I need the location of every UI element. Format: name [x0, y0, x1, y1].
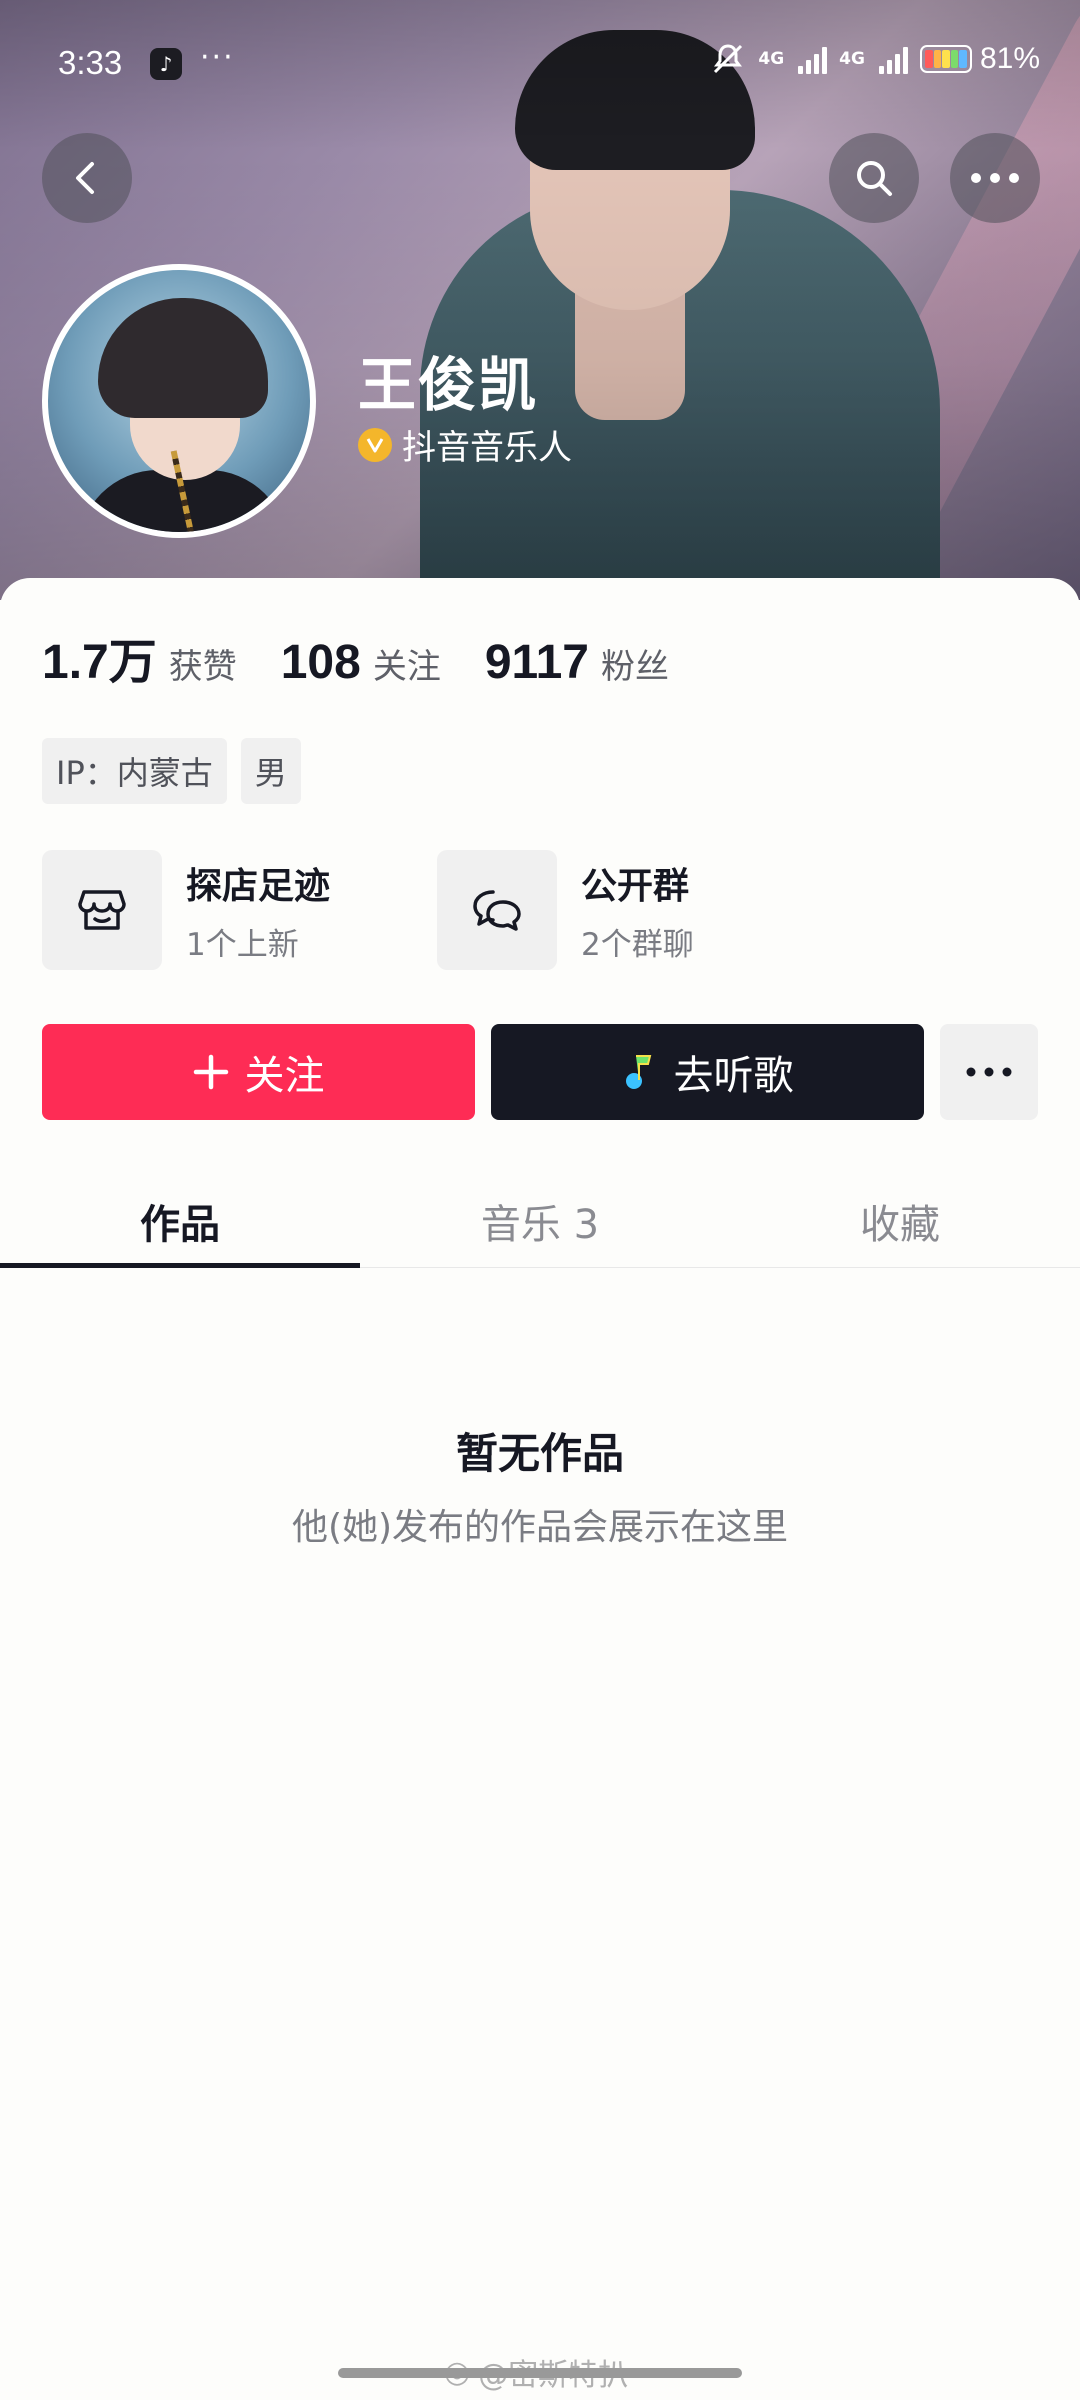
mute-icon [714, 44, 743, 74]
stat-label: 关注 [372, 647, 441, 687]
chat-bubbles-icon [437, 850, 557, 970]
tab-favorites[interactable]: 收藏 [720, 1180, 1080, 1267]
stat-followers[interactable]: 9117 粉丝 [485, 635, 669, 690]
empty-state-title: 暂无作品 [455, 1429, 624, 1478]
signal-icon [878, 44, 908, 74]
more-dots-icon [966, 1067, 1012, 1077]
stat-value: 108 [280, 636, 361, 689]
action-buttons: 关注 去听歌 [42, 1024, 1038, 1120]
chevron-left-icon [76, 162, 94, 194]
status-right: 4G 4G 81% [710, 42, 1040, 76]
network-type-2: 4G [839, 49, 865, 69]
verification-row: 抖音音乐人 [358, 420, 572, 469]
status-bar: 3:33 ♪ ··· 4G 4G 81% [0, 40, 1080, 90]
listen-label: 去听歌 [673, 1053, 794, 1099]
stat-value: 9117 [484, 636, 589, 689]
feature-title: 公开群 [581, 865, 690, 907]
battery-percentage: 81% [979, 42, 1040, 75]
stats-row: 1.7万 获赞 108 关注 9117 粉丝 [42, 622, 713, 692]
profile-tabs: 作品 音乐 3 收藏 [0, 1180, 1080, 1268]
tab-music[interactable]: 音乐 3 [360, 1180, 720, 1267]
music-note-icon [625, 1055, 651, 1089]
battery-indicator: 81% [919, 42, 1040, 76]
status-time: 3:33 [58, 44, 123, 81]
stat-following[interactable]: 108 关注 [281, 635, 441, 690]
feature-subtitle: 2个群聊 [581, 926, 694, 963]
feature-public-group[interactable]: 公开群 2个群聊 [437, 850, 832, 970]
battery-icon [919, 45, 972, 73]
more-options-button[interactable] [950, 133, 1040, 223]
status-more: ··· [200, 40, 235, 75]
plus-icon [193, 1054, 228, 1090]
follow-button[interactable]: 关注 [42, 1024, 475, 1120]
signal-icon [798, 44, 828, 74]
stat-value: 1.7万 [42, 636, 157, 689]
tab-works[interactable]: 作品 [0, 1180, 360, 1268]
more-actions-button[interactable] [940, 1024, 1038, 1120]
stat-label: 粉丝 [600, 647, 669, 687]
feature-subtitle: 1个上新 [186, 926, 299, 963]
tags-row: IP：内蒙古 男 [42, 738, 301, 804]
search-icon [857, 161, 892, 196]
home-indicator[interactable] [338, 2368, 742, 2378]
tiktok-icon: ♪ [150, 48, 182, 80]
store-icon [42, 850, 162, 970]
verification-label: 抖音音乐人 [402, 428, 572, 468]
follow-label: 关注 [244, 1053, 325, 1099]
profile-name: 王俊凯 [358, 351, 539, 419]
ip-location-tag: IP：内蒙古 [42, 738, 227, 804]
avatar[interactable] [42, 264, 316, 538]
avatar-hair [98, 298, 268, 418]
listen-music-button[interactable]: 去听歌 [491, 1024, 924, 1120]
feature-store-visits[interactable]: 探店足迹 1个上新 [42, 850, 437, 970]
features-row: 探店足迹 1个上新 公开群 2个群聊 [42, 850, 832, 970]
back-button[interactable] [42, 133, 132, 223]
stat-label: 获赞 [168, 647, 237, 687]
search-button[interactable] [829, 133, 919, 223]
network-type-1: 4G [758, 49, 785, 69]
more-dots-icon [971, 173, 1019, 183]
stat-likes[interactable]: 1.7万 获赞 [42, 622, 237, 692]
feature-title: 探店足迹 [186, 865, 331, 907]
verified-badge-icon [358, 427, 392, 462]
gender-tag: 男 [240, 738, 301, 804]
empty-state-subtitle: 他(她)发布的作品会展示在这里 [291, 1507, 789, 1548]
